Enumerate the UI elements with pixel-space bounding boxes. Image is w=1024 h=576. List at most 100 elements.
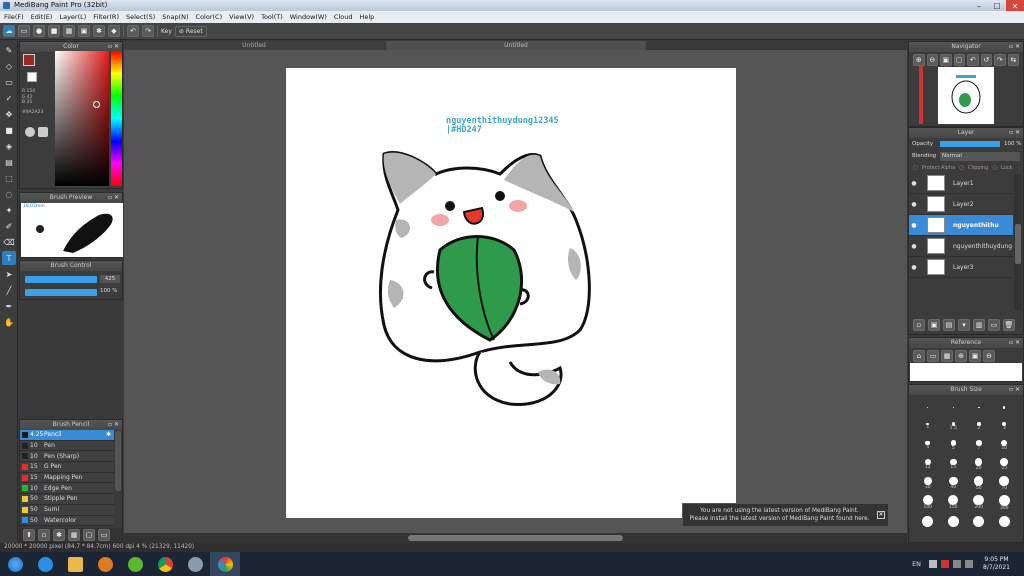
- brush-size-cell[interactable]: 5: [941, 436, 967, 455]
- divide-tool-icon[interactable]: ╱: [2, 283, 16, 297]
- brush-size-cell[interactable]: 3: [992, 417, 1018, 436]
- brush-size-cell[interactable]: [915, 512, 941, 531]
- layer-row[interactable]: ● Layer3: [909, 257, 1013, 278]
- layer-row[interactable]: ● nguyenthithu: [909, 215, 1013, 236]
- marquee-tool-icon[interactable]: ⬚: [2, 171, 16, 185]
- brush-size-cell[interactable]: 200: [966, 493, 992, 512]
- brush-size-cell[interactable]: 100: [915, 493, 941, 512]
- menu-edit[interactable]: Edit(E): [31, 13, 53, 21]
- tab-untitled-1[interactable]: Untitled: [124, 41, 384, 50]
- brush-list-scrollbar[interactable]: [115, 431, 121, 491]
- tab-untitled-2[interactable]: Untitled: [386, 41, 646, 50]
- brush-size-cell[interactable]: 12: [915, 455, 941, 474]
- update-notice[interactable]: You are not using the latest version of …: [682, 503, 889, 527]
- language-indicator[interactable]: EN: [912, 560, 921, 568]
- tool-icon[interactable]: [180, 552, 210, 576]
- brush-size-cell[interactable]: 1: [915, 417, 941, 436]
- clipping-checkbox[interactable]: ▢: [959, 165, 964, 171]
- brush-size-cell[interactable]: [941, 512, 967, 531]
- rect-tool-icon[interactable]: ▭: [2, 75, 16, 89]
- fit-icon[interactable]: ▣: [940, 54, 952, 66]
- brush-size-cell[interactable]: 15: [941, 455, 967, 474]
- rotate-right-icon[interactable]: ↷: [994, 54, 1006, 66]
- brush-size-cell[interactable]: 70: [992, 474, 1018, 493]
- brush-size-slider[interactable]: [25, 276, 97, 283]
- brush-tool-icon[interactable]: ✎: [2, 43, 16, 57]
- brush-list-item[interactable]: 50 Stipple Pen: [20, 494, 114, 505]
- square-icon[interactable]: ■: [48, 25, 60, 37]
- menu-select[interactable]: Select(S): [126, 13, 155, 21]
- magic-wand-tool-icon[interactable]: ✦: [2, 203, 16, 217]
- palette-icon[interactable]: [25, 127, 35, 137]
- tray-app-icon[interactable]: [941, 560, 950, 568]
- ie-icon[interactable]: [30, 552, 60, 576]
- menu-filter[interactable]: Filter(R): [93, 13, 119, 21]
- brush-size-cell[interactable]: 20: [966, 455, 992, 474]
- reference-open-icon[interactable]: ▭: [927, 350, 939, 362]
- brush-size-cell[interactable]: 40: [941, 474, 967, 493]
- reference-fit-icon[interactable]: ▣: [969, 350, 981, 362]
- visibility-eye-icon[interactable]: ●: [909, 264, 919, 271]
- chat-icon[interactable]: ●: [33, 25, 45, 37]
- settings-icon[interactable]: ✱: [93, 25, 105, 37]
- brush-list-item[interactable]: 50 Sumi: [20, 504, 114, 516]
- select-pen-tool-icon[interactable]: ✐: [2, 219, 16, 233]
- brush-size-cell[interactable]: [966, 398, 992, 417]
- text-tool-icon[interactable]: T: [2, 251, 16, 265]
- new-1bit-layer-icon[interactable]: ▣: [928, 319, 940, 331]
- saturation-value-picker[interactable]: [55, 51, 109, 186]
- brush-size-value[interactable]: 425: [100, 275, 120, 283]
- brush-list-item[interactable]: 10 Pen (Sharp): [20, 451, 114, 463]
- rotate-left-icon[interactable]: ↶: [967, 54, 979, 66]
- redo-icon[interactable]: ↷: [142, 25, 154, 37]
- visibility-eye-icon[interactable]: ●: [909, 243, 919, 250]
- brush-size-cell[interactable]: 1.5: [941, 417, 967, 436]
- folder-icon[interactable]: ▭: [988, 319, 1000, 331]
- layer-opacity-slider[interactable]: [940, 141, 1000, 147]
- explorer-icon[interactable]: [60, 552, 90, 576]
- tray-arrow-icon[interactable]: [929, 560, 938, 568]
- menu-help[interactable]: Help: [359, 13, 374, 21]
- layer-scroll-thumb[interactable]: [1015, 224, 1021, 264]
- reference-grid-icon[interactable]: ▦: [941, 350, 953, 362]
- navigator-thumbnail[interactable]: [938, 67, 994, 124]
- zoom-in-icon[interactable]: ⊕: [913, 54, 925, 66]
- main-color-swatch[interactable]: [23, 54, 35, 66]
- brush-size-cell[interactable]: [992, 512, 1018, 531]
- brush-size-cell[interactable]: [966, 512, 992, 531]
- save-icon[interactable]: ▣: [78, 25, 90, 37]
- layer-row[interactable]: ● nguyenthithuydung: [909, 236, 1013, 257]
- menu-file[interactable]: File(F): [4, 13, 24, 21]
- lock-checkbox[interactable]: ▢: [992, 165, 997, 171]
- brush-list-item[interactable]: 4.25 Pencil ✱: [20, 430, 114, 441]
- hand-tool-icon[interactable]: ✋: [2, 315, 16, 329]
- menu-tool[interactable]: Tool(T): [261, 13, 283, 21]
- medibang-icon[interactable]: [210, 552, 240, 576]
- brush-size-cell[interactable]: 300: [992, 493, 1018, 512]
- clock[interactable]: 9:05 PM 8/7/2021: [983, 556, 1010, 572]
- brush-size-cell[interactable]: 150: [941, 493, 967, 512]
- brush-size-cell[interactable]: [992, 398, 1018, 417]
- brush-size-cell[interactable]: 50: [966, 474, 992, 493]
- blending-select[interactable]: Normal: [940, 151, 1020, 161]
- lasso-tool-icon[interactable]: ◌: [2, 187, 16, 201]
- duplicate-layer-icon[interactable]: ▤: [943, 319, 955, 331]
- brush-settings-icon[interactable]: ✱: [53, 529, 65, 541]
- canvas-hscroll[interactable]: [124, 533, 907, 543]
- visibility-eye-icon[interactable]: ●: [909, 201, 919, 208]
- visibility-eye-icon[interactable]: ●: [909, 180, 919, 187]
- reference-home-icon[interactable]: ⌂: [913, 350, 925, 362]
- grid-icon[interactable]: ▦: [63, 25, 75, 37]
- share-icon[interactable]: ◆: [108, 25, 120, 37]
- brush-list-item[interactable]: 10 Edge Pen: [20, 483, 114, 495]
- select-tool-icon[interactable]: ✓: [2, 91, 16, 105]
- app-green-icon[interactable]: [120, 552, 150, 576]
- color-picker-cursor[interactable]: [93, 101, 100, 108]
- layer-row[interactable]: ● Layer1: [909, 173, 1013, 194]
- media-player-icon[interactable]: [90, 552, 120, 576]
- brush-size-cell[interactable]: 2: [966, 417, 992, 436]
- brush-size-cell[interactable]: 4: [915, 436, 941, 455]
- brush-opacity-slider[interactable]: [25, 289, 97, 296]
- bucket-tool-icon[interactable]: ◈: [2, 139, 16, 153]
- brush-size-cell[interactable]: 10: [992, 436, 1018, 455]
